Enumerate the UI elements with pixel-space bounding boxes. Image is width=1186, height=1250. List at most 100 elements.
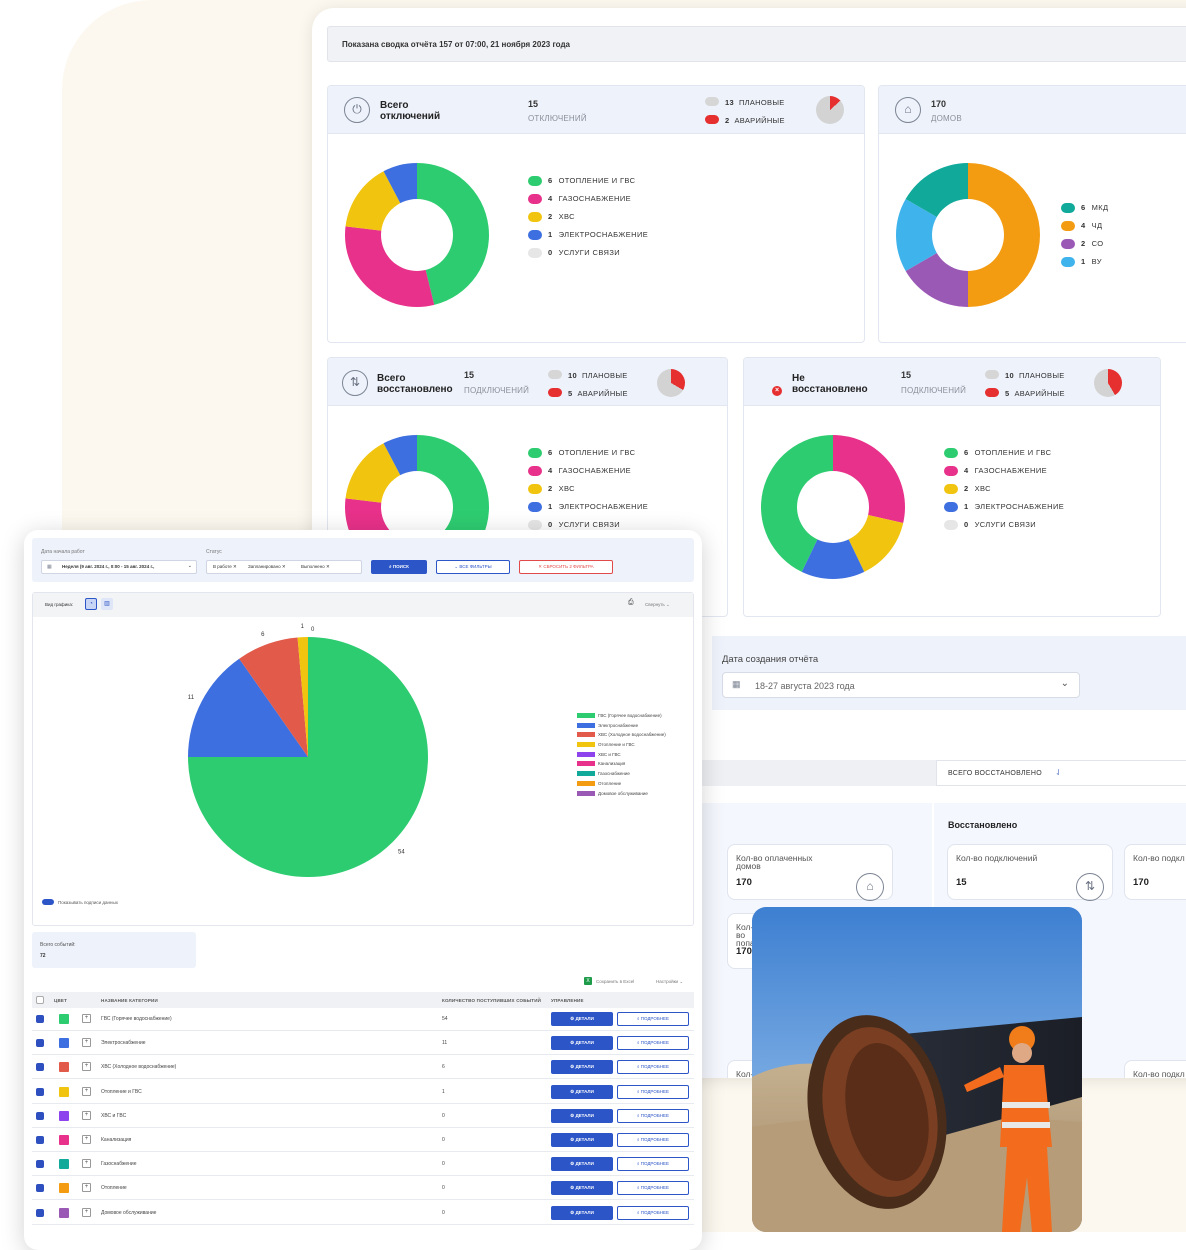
row-checkbox[interactable]: [36, 1160, 44, 1169]
legend-swatch: [944, 502, 958, 512]
select-all-checkbox[interactable]: [36, 996, 44, 1004]
legend-item: 2 СО: [1061, 239, 1108, 257]
print-icon[interactable]: ⎙: [628, 599, 634, 607]
report-date-value: 18-27 августа 2023 года: [755, 681, 855, 691]
legend-swatch: [577, 722, 595, 728]
legend-swatch: [577, 771, 595, 777]
table-row: + Газоснабжение 0 ⚙ ДЕТАЛИ ⌕ ПОДРОБНЕЕ: [32, 1152, 694, 1177]
calendar-icon: ▦: [732, 679, 741, 689]
details-button[interactable]: ⚙ ДЕТАЛИ: [551, 1036, 613, 1051]
more-button[interactable]: ⌕ ПОДРОБНЕЕ: [617, 1012, 689, 1026]
row-checkbox[interactable]: [36, 1136, 44, 1144]
all-filters-button[interactable]: ⌄ ВСЕ ФИЛЬТРЫ: [436, 560, 510, 574]
expand-button[interactable]: +: [82, 1135, 91, 1144]
more-button[interactable]: ⌕ ПОДРОБНЕЕ: [617, 1060, 689, 1075]
chart-panel: Вид графика: ◔ ▥ ⎙ Свернуть ⌄ 54 11 6 1 0 ГВ…: [32, 592, 694, 926]
category-name: Электроснабжение: [101, 1040, 146, 1047]
details-button[interactable]: ⚙ ДЕТАЛИ: [551, 1060, 613, 1075]
status-tag[interactable]: В работе ✕: [213, 564, 237, 570]
planned-text: 10 ПЛАНОВЫЕ: [568, 371, 628, 380]
chart-legend-item[interactable]: Газоснабжение: [577, 771, 666, 781]
expand-button[interactable]: +: [82, 1086, 91, 1096]
legend-swatch: [1061, 257, 1075, 267]
expand-button[interactable]: +: [82, 1014, 91, 1023]
more-button[interactable]: ⌕ ПОДРОБНЕЕ: [617, 1181, 689, 1196]
legend-swatch: [528, 520, 542, 530]
planned-pill: [705, 97, 719, 106]
count-value: 15: [901, 370, 912, 380]
chart-legend-item[interactable]: Канализация: [577, 761, 666, 771]
date-filter-select[interactable]: ▦ Неделя (9 авг. 2024 г., 0:00 - 15 авг.…: [41, 560, 197, 574]
category-name: Домовое обслуживание: [101, 1209, 157, 1216]
more-button[interactable]: ⌕ ПОДРОБНЕЕ: [617, 1133, 689, 1147]
row-checkbox[interactable]: [36, 1087, 44, 1096]
status-tag[interactable]: Запланировано ✕: [248, 564, 286, 570]
more-button[interactable]: ⌕ ПОДРОБНЕЕ: [617, 1108, 689, 1123]
details-button[interactable]: ⚙ ДЕТАЛИ: [551, 1084, 613, 1099]
details-button[interactable]: ⚙ ДЕТАЛИ: [551, 1205, 613, 1220]
row-checkbox[interactable]: [36, 1184, 44, 1193]
chart-legend-item[interactable]: Отопление: [577, 780, 666, 791]
expand-button[interactable]: +: [82, 1207, 91, 1217]
metric-card-objects: Кол-во подкл объектов 170: [1124, 844, 1186, 900]
search-button[interactable]: ⌕ ПОИСК: [371, 560, 427, 574]
table-row: + ГВС (Горячее водоснабжение) 54 ⚙ ДЕТАЛИ ⌕ …: [32, 1007, 694, 1031]
report-date-select[interactable]: ▦ 18-27 августа 2023 года ⌄: [722, 672, 1080, 698]
row-checkbox[interactable]: [36, 1015, 44, 1023]
chart-legend-item[interactable]: Домовое обслуживание: [577, 790, 666, 801]
details-button[interactable]: ⚙ ДЕТАЛИ: [551, 1012, 613, 1026]
row-checkbox[interactable]: [36, 1039, 44, 1048]
expand-button[interactable]: +: [82, 1183, 91, 1193]
details-button[interactable]: ⚙ ДЕТАЛИ: [551, 1181, 613, 1196]
chart-legend-item[interactable]: Электроснабжение: [577, 722, 666, 733]
legend-item: 6 ОТОПЛЕНИЕ И ГВС: [944, 448, 1064, 466]
legend-swatch: [577, 790, 595, 796]
settings-link[interactable]: Настройки ⌄: [656, 979, 683, 985]
expand-button[interactable]: +: [82, 1110, 91, 1120]
expand-button[interactable]: +: [82, 1038, 91, 1048]
header-actions: УПРАВЛЕНИЕ: [551, 998, 584, 1003]
table-row: + Электроснабжение 11 ⚙ ДЕТАЛИ ⌕ ПОДРОБНЕЕ: [32, 1031, 694, 1056]
mini-pie: [816, 96, 844, 124]
report-banner: Показана сводка отчёта 157 от 07:00, 21 …: [327, 26, 1186, 62]
event-count: 0: [442, 1185, 445, 1192]
expand-button[interactable]: +: [82, 1159, 91, 1169]
table-row: + ХВС и ГВС 0 ⚙ ДЕТАЛИ ⌕ ПОДРОБНЕЕ: [32, 1104, 694, 1128]
legend-swatch: [528, 176, 542, 186]
status-filter-select[interactable]: В работе ✕ Запланировано ✕ Выполнено ✕: [206, 560, 362, 574]
details-button[interactable]: ⚙ ДЕТАЛИ: [551, 1133, 613, 1147]
tab-total-restored[interactable]: ВСЕГО ВОССТАНОВЛЕНО ⇃: [936, 760, 1186, 786]
more-button[interactable]: ⌕ ПОДРОБНЕЕ: [617, 1205, 689, 1220]
legend-swatch: [528, 230, 542, 240]
more-button[interactable]: ⌕ ПОДРОБНЕЕ: [617, 1084, 689, 1099]
metric-value: 15: [956, 877, 967, 888]
save-excel-link[interactable]: Сохранить в Excel: [596, 979, 634, 984]
legend-swatch: [528, 448, 542, 458]
pie-view-button[interactable]: ◔: [85, 598, 97, 610]
chart-legend-item[interactable]: ХВС и ГВС: [577, 751, 666, 762]
color-swatch: [59, 1110, 69, 1121]
status-tag[interactable]: Выполнено ✕: [301, 564, 330, 570]
bar-view-button[interactable]: ▥: [101, 598, 113, 610]
show-labels-toggle[interactable]: [42, 899, 54, 905]
details-button[interactable]: ⚙ ДЕТАЛИ: [551, 1157, 613, 1172]
reset-filters-button[interactable]: ✕ СБРОСИТЬ 2 ФИЛЬТРА: [519, 560, 613, 574]
row-checkbox[interactable]: [36, 1111, 44, 1120]
excel-icon[interactable]: X: [584, 977, 592, 985]
view-label: Вид графика:: [45, 602, 74, 607]
chart-legend-item[interactable]: ГВС (Горячее водоснабжение): [577, 713, 666, 723]
row-checkbox[interactable]: [36, 1063, 44, 1072]
legend-swatch: [1061, 221, 1075, 231]
chart-legend-item[interactable]: Отопление и ГВС: [577, 742, 666, 752]
more-button[interactable]: ⌕ ПОДРОБНЕЕ: [617, 1036, 689, 1051]
details-button[interactable]: ⚙ ДЕТАЛИ: [551, 1108, 613, 1123]
count-value: 15: [528, 99, 539, 109]
chart-legend: ГВС (Горячее водоснабжение) Электроснабже…: [577, 713, 666, 800]
chart-legend-item[interactable]: ХВС (Холодное водоснабжение): [577, 732, 666, 742]
more-button[interactable]: ⌕ ПОДРОБНЕЕ: [617, 1157, 689, 1172]
event-count: 6: [442, 1064, 445, 1071]
legend-item: 1 ЭЛЕКТРОСНАБЖЕНИЕ: [528, 502, 648, 520]
expand-button[interactable]: +: [82, 1062, 91, 1072]
row-checkbox[interactable]: [36, 1208, 44, 1217]
collapse-button[interactable]: Свернуть ⌄: [645, 602, 670, 608]
